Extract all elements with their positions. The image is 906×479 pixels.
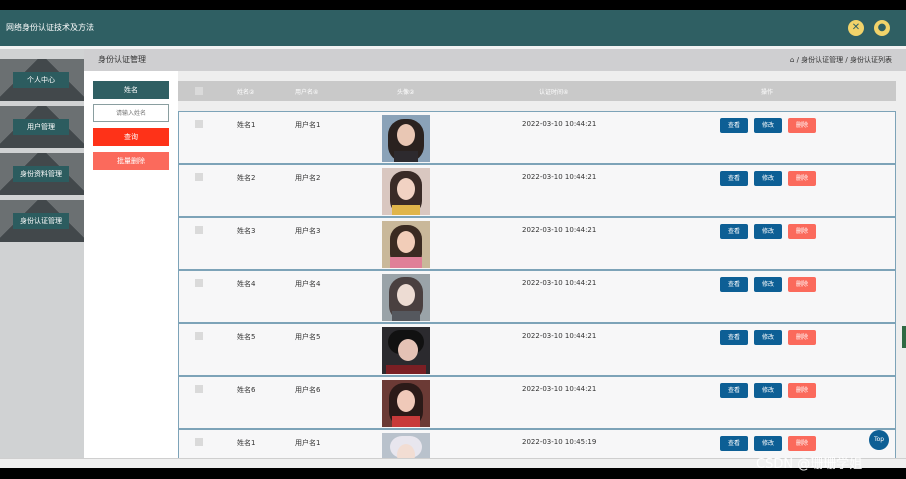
sidebar-item-identity-data-management[interactable]: 身份资料管理	[0, 153, 84, 195]
edit-button[interactable]: 修改	[754, 383, 782, 398]
name-filter-label: 姓名	[93, 81, 169, 99]
breadcrumb-bar: 身份认证管理 ⌂ / 身份认证管理 / 身份认证列表	[84, 49, 906, 71]
edit-button[interactable]: 修改	[754, 171, 782, 186]
user-icon[interactable]: ●	[874, 20, 890, 36]
cell-name: 姓名5	[237, 333, 256, 341]
cell-auth-time: 2022-03-10 10:44:21	[522, 385, 597, 393]
table-header: 姓名② 用户名④ 头像② 认证时间④ 操作	[178, 81, 896, 101]
cell-username: 用户名3	[295, 227, 321, 235]
row-checkbox[interactable]	[195, 226, 203, 234]
app-title: 网络身份认证技术及方法	[6, 23, 94, 32]
sidebar-item-user-management[interactable]: 用户管理	[0, 106, 84, 148]
cell-auth-time: 2022-03-10 10:44:21	[522, 120, 597, 128]
edit-button[interactable]: 修改	[754, 277, 782, 292]
cell-name: 姓名1	[237, 121, 256, 129]
row-checkbox[interactable]	[195, 279, 203, 287]
table-row: 姓名6 用户名6 2022-03-10 10:44:21 查看 修改 删除	[178, 376, 896, 429]
cell-auth-time: 2022-03-10 10:44:21	[522, 226, 597, 234]
edit-button[interactable]: 修改	[754, 330, 782, 345]
view-button[interactable]: 查看	[720, 171, 748, 186]
close-circle-icon[interactable]: ✕	[848, 20, 864, 36]
cell-username: 用户名1	[295, 121, 321, 129]
breadcrumb: ⌂ / 身份认证管理 / 身份认证列表	[790, 55, 892, 65]
avatar	[382, 221, 430, 268]
row-checkbox[interactable]	[195, 385, 203, 393]
avatar	[382, 115, 430, 162]
column-header-username[interactable]: 用户名④	[295, 87, 318, 96]
query-button[interactable]: 查询	[93, 128, 169, 146]
edit-button[interactable]: 修改	[754, 436, 782, 451]
cell-name: 姓名3	[237, 227, 256, 235]
column-header-avatar: 头像②	[397, 89, 415, 96]
cell-auth-time: 2022-03-10 10:45:19	[522, 438, 597, 446]
table-row: 姓名4 用户名4 2022-03-10 10:44:21 查看 修改 删除	[178, 270, 896, 323]
delete-button[interactable]: 删除	[788, 330, 816, 345]
column-header-actions: 操作	[761, 89, 774, 96]
cell-username: 用户名6	[295, 386, 321, 394]
table-row: 姓名1 用户名1 2022-03-10 10:44:21 查看 修改 删除	[178, 111, 896, 164]
delete-button[interactable]: 删除	[788, 436, 816, 451]
select-all-checkbox[interactable]	[195, 87, 203, 95]
table-row: 姓名3 用户名3 2022-03-10 10:44:21 查看 修改 删除	[178, 217, 896, 270]
column-header-name[interactable]: 姓名②	[237, 87, 254, 96]
delete-button[interactable]: 删除	[788, 277, 816, 292]
edit-button[interactable]: 修改	[754, 224, 782, 239]
cell-username: 用户名4	[295, 280, 321, 288]
top-header: 网络身份认证技术及方法 ✕ ●	[0, 10, 906, 46]
sidebar-item-label: 身份资料管理	[13, 166, 69, 182]
cell-username: 用户名5	[295, 333, 321, 341]
batch-delete-button[interactable]: 批量删除	[93, 152, 169, 170]
avatar	[382, 168, 430, 215]
name-search-input[interactable]	[93, 104, 169, 122]
home-icon[interactable]: ⌂	[790, 56, 794, 64]
page-title: 身份认证管理	[98, 55, 146, 64]
cell-username: 用户名1	[295, 439, 321, 447]
cell-name: 姓名1	[237, 439, 256, 447]
view-button[interactable]: 查看	[720, 224, 748, 239]
vertical-scrollbar-thumb[interactable]	[902, 326, 906, 348]
back-to-top-button[interactable]: Top	[869, 430, 889, 450]
table-row: 姓名5 用户名5 2022-03-10 10:44:21 查看 修改 删除	[178, 323, 896, 376]
view-button[interactable]: 查看	[720, 383, 748, 398]
table-row: 姓名2 用户名2 2022-03-10 10:44:21 查看 修改 删除	[178, 164, 896, 217]
row-checkbox[interactable]	[195, 120, 203, 128]
row-checkbox[interactable]	[195, 438, 203, 446]
watermark: CSDN @珊珊学姐	[756, 457, 863, 472]
cell-name: 姓名4	[237, 280, 256, 288]
delete-button[interactable]: 删除	[788, 171, 816, 186]
row-checkbox[interactable]	[195, 332, 203, 340]
breadcrumb-trail[interactable]: / 身份认证管理 / 身份认证列表	[797, 56, 892, 64]
delete-button[interactable]: 删除	[788, 118, 816, 133]
view-button[interactable]: 查看	[720, 330, 748, 345]
app-window: 网络身份认证技术及方法 ✕ ● 个人中心 用户管理 身份资料管理 身份认证管理 …	[0, 10, 906, 468]
sidebar-item-label: 身份认证管理	[13, 213, 69, 229]
data-table: 姓名② 用户名④ 头像② 认证时间④ 操作 姓名1 用户名1 2022-03-1…	[178, 71, 906, 468]
view-button[interactable]: 查看	[720, 436, 748, 451]
avatar	[382, 380, 430, 427]
cell-auth-time: 2022-03-10 10:44:21	[522, 173, 597, 181]
filter-panel: 姓名 查询 批量删除	[84, 71, 178, 468]
view-button[interactable]: 查看	[720, 277, 748, 292]
avatar	[382, 274, 430, 321]
row-checkbox[interactable]	[195, 173, 203, 181]
cell-username: 用户名2	[295, 174, 321, 182]
column-header-auth-time[interactable]: 认证时间④	[539, 87, 568, 96]
sidebar-item-label: 个人中心	[13, 72, 69, 88]
delete-button[interactable]: 删除	[788, 383, 816, 398]
edit-button[interactable]: 修改	[754, 118, 782, 133]
sidebar-item-identity-auth-management[interactable]: 身份认证管理	[0, 200, 84, 242]
cell-auth-time: 2022-03-10 10:44:21	[522, 279, 597, 287]
sidebar-item-label: 用户管理	[13, 119, 69, 135]
view-button[interactable]: 查看	[720, 118, 748, 133]
cell-name: 姓名2	[237, 174, 256, 182]
avatar	[382, 327, 430, 374]
delete-button[interactable]: 删除	[788, 224, 816, 239]
cell-name: 姓名6	[237, 386, 256, 394]
sidebar-item-personal-center[interactable]: 个人中心	[0, 59, 84, 101]
sidebar: 个人中心 用户管理 身份资料管理 身份认证管理	[0, 49, 84, 468]
cell-auth-time: 2022-03-10 10:44:21	[522, 332, 597, 340]
